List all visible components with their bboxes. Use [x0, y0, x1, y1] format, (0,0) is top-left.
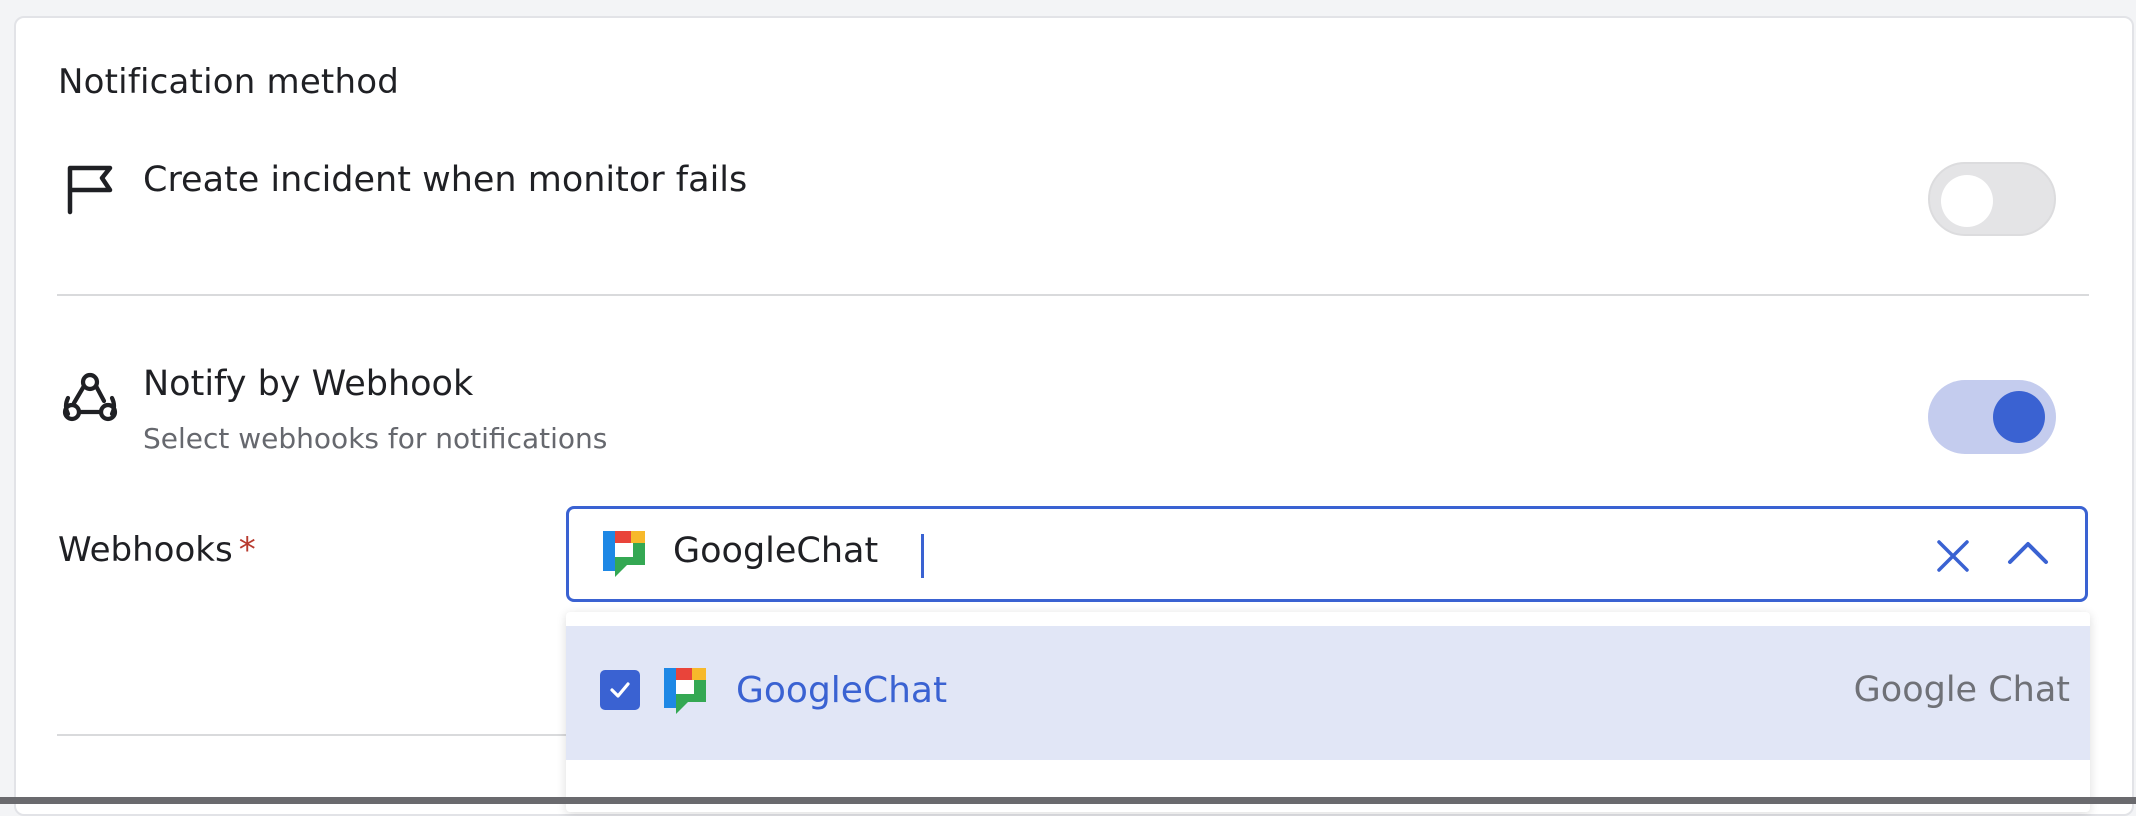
checkmark-icon	[610, 682, 630, 698]
required-mark: *	[238, 530, 256, 570]
webhook-subtitle: Select webhooks for notifications	[143, 422, 608, 455]
divider	[57, 734, 567, 736]
google-chat-icon	[601, 529, 651, 579]
toggle-knob	[1941, 175, 1993, 227]
window-bottom-edge	[0, 797, 2136, 804]
option-description: Google Chat	[1853, 670, 2070, 710]
webhooks-select[interactable]: GoogleChat	[566, 506, 2088, 602]
close-icon[interactable]	[1933, 536, 1973, 576]
divider	[57, 294, 2089, 296]
selected-webhook-label: GoogleChat	[673, 531, 879, 571]
webhook-toggle[interactable]	[1928, 380, 2056, 454]
flag-icon	[60, 160, 120, 220]
toggle-knob	[1993, 391, 2045, 443]
webhooks-dropdown: GoogleChat Google Chat	[566, 612, 2090, 812]
incident-title: Create incident when monitor fails	[143, 160, 748, 200]
webhooks-field-label: Webhooks *	[58, 530, 256, 570]
google-chat-icon	[662, 666, 712, 716]
dropdown-option[interactable]: GoogleChat Google Chat	[566, 626, 2090, 760]
section-title: Notification method	[58, 62, 399, 102]
option-label: GoogleChat	[736, 670, 948, 711]
webhooks-label-text: Webhooks	[58, 530, 233, 570]
webhook-icon	[60, 368, 120, 428]
incident-toggle[interactable]	[1928, 162, 2056, 236]
text-cursor	[921, 534, 924, 578]
webhook-title: Notify by Webhook	[143, 364, 474, 404]
chevron-up-icon[interactable]	[2005, 532, 2051, 572]
option-checkbox[interactable]	[600, 670, 640, 710]
